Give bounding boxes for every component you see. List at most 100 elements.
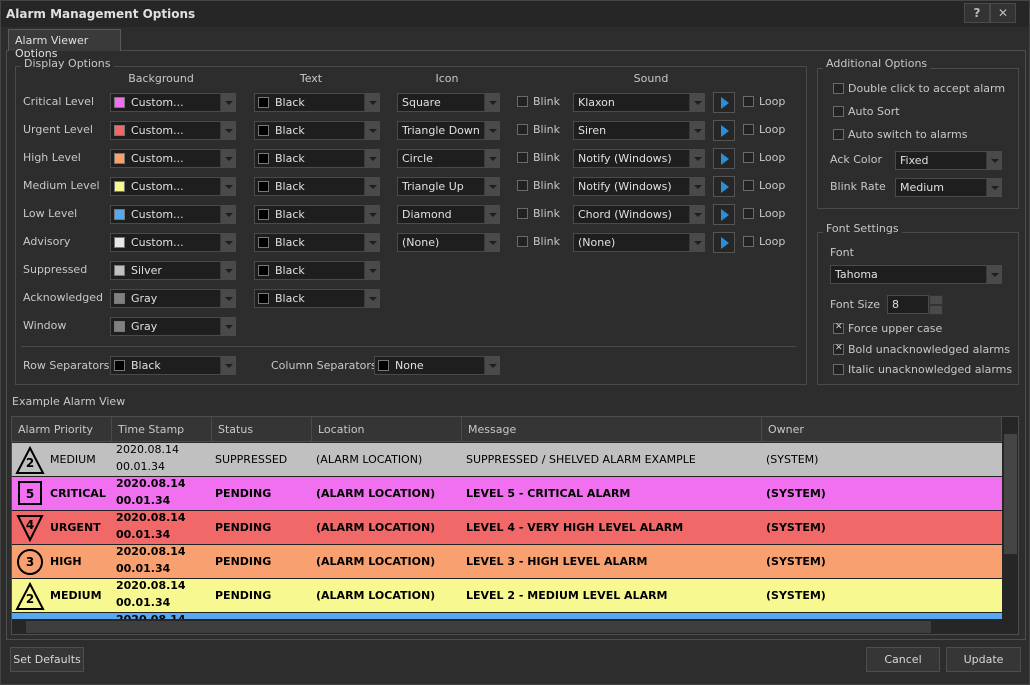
background-color-select[interactable]: Custom...: [110, 177, 236, 196]
font-select[interactable]: Tahoma: [830, 265, 1002, 284]
scrollbar-thumb[interactable]: [1004, 434, 1017, 554]
loop-checkbox[interactable]: [743, 236, 754, 247]
column-header-priority[interactable]: Alarm Priority: [12, 417, 112, 442]
table-row[interactable]: 2 MEDIUM 2020.08.14 00.01.34 SUPPRESSED (ALAR…: [12, 443, 1002, 477]
background-color-select[interactable]: Custom...: [110, 149, 236, 168]
row-separators-select[interactable]: Black: [110, 356, 236, 375]
chevron-down-icon: [484, 150, 499, 167]
table-row[interactable]: 4 URGENT 2020.08.14 00.01.34 PENDING (ALARM L…: [12, 511, 1002, 545]
color-swatch: [114, 153, 125, 164]
icon-select[interactable]: Triangle Up: [397, 177, 500, 196]
column-header-message[interactable]: Message: [462, 417, 762, 442]
column-header-time-stamp[interactable]: Time Stamp: [112, 417, 212, 442]
column-header-location[interactable]: Location: [312, 417, 462, 442]
table-row[interactable]: 2 MEDIUM 2020.08.14 00.01.34 PENDING (ALARM L…: [12, 579, 1002, 613]
icon-select[interactable]: Diamond: [397, 205, 500, 224]
cancel-button[interactable]: Cancel: [866, 647, 940, 672]
column-separators-select[interactable]: None: [374, 356, 500, 375]
sound-select[interactable]: Siren: [573, 121, 705, 140]
spin-down-button[interactable]: [929, 305, 943, 315]
blink-label: Blink: [533, 235, 561, 248]
play-sound-icon[interactable]: [713, 120, 735, 141]
blink-checkbox[interactable]: [517, 180, 528, 191]
scrollbar-thumb[interactable]: [26, 621, 931, 633]
sound-value: Notify (Windows): [578, 180, 672, 193]
font-settings-title: Font Settings: [823, 222, 902, 235]
text-color-select[interactable]: Black: [254, 93, 380, 112]
background-color-select[interactable]: Custom...: [110, 121, 236, 140]
update-button[interactable]: Update: [946, 647, 1021, 672]
italic-unacknowledged-checkbox[interactable]: [833, 364, 844, 375]
sound-select[interactable]: Klaxon: [573, 93, 705, 112]
blink-label: Blink: [533, 179, 561, 192]
background-color-select[interactable]: Gray: [110, 317, 236, 336]
date-cell: 2020.08.14: [116, 545, 186, 558]
force-upper-case-checkbox[interactable]: [833, 322, 844, 334]
icon-select[interactable]: Triangle Down: [397, 121, 500, 140]
play-sound-icon[interactable]: [713, 92, 735, 113]
background-header: Background: [128, 72, 194, 85]
vertical-scrollbar[interactable]: [1002, 417, 1018, 619]
blink-rate-select[interactable]: Medium: [895, 178, 1002, 197]
text-color-select[interactable]: Black: [254, 121, 380, 140]
chevron-down-icon: [986, 152, 1001, 169]
sound-select[interactable]: (None): [573, 233, 705, 252]
background-color-select[interactable]: Custom...: [110, 93, 236, 112]
column-header-status[interactable]: Status: [212, 417, 312, 442]
double-click-checkbox[interactable]: [833, 83, 844, 94]
chevron-down-icon: [484, 94, 499, 111]
text-color-select[interactable]: Black: [254, 289, 380, 308]
horizontal-scrollbar[interactable]: [12, 619, 1018, 634]
close-button[interactable]: ✕: [990, 3, 1016, 23]
loop-checkbox[interactable]: [743, 96, 754, 107]
text-color-select[interactable]: Black: [254, 261, 380, 280]
table-row[interactable]: 3 HIGH 2020.08.14 00.01.34 PENDING (ALARM LOC…: [12, 545, 1002, 579]
set-defaults-button[interactable]: Set Defaults: [10, 647, 84, 672]
spin-up-button[interactable]: [929, 295, 943, 305]
table-row[interactable]: 5 CRITICAL 2020.08.14 00.01.34 PENDING (ALARM…: [12, 477, 1002, 511]
icon-select[interactable]: Circle: [397, 149, 500, 168]
auto-switch-checkbox[interactable]: [833, 129, 844, 140]
background-color-select[interactable]: Custom...: [110, 205, 236, 224]
background-color-select[interactable]: Silver: [110, 261, 236, 280]
blink-checkbox[interactable]: [517, 124, 528, 135]
blink-checkbox[interactable]: [517, 236, 528, 247]
blink-checkbox[interactable]: [517, 96, 528, 107]
sound-value: Notify (Windows): [578, 152, 672, 165]
blink-checkbox[interactable]: [517, 208, 528, 219]
text-color-select[interactable]: Black: [254, 177, 380, 196]
icon-select[interactable]: Square: [397, 93, 500, 112]
bold-unacknowledged-checkbox[interactable]: [833, 343, 844, 355]
text-color-select[interactable]: Black: [254, 205, 380, 224]
tab-alarm-viewer-options[interactable]: Alarm Viewer Options: [8, 29, 121, 60]
text-color-select[interactable]: Black: [254, 233, 380, 252]
column-separators-label: Column Separators: [271, 359, 377, 372]
loop-checkbox[interactable]: [743, 124, 754, 135]
ack-color-select[interactable]: Fixed: [895, 151, 1002, 170]
column-header-owner[interactable]: Owner: [762, 417, 1002, 442]
loop-checkbox[interactable]: [743, 180, 754, 191]
text-color-select[interactable]: Black: [254, 149, 380, 168]
play-sound-icon[interactable]: [713, 232, 735, 253]
sound-select[interactable]: Notify (Windows): [573, 149, 705, 168]
loop-checkbox[interactable]: [743, 152, 754, 163]
auto-sort-checkbox[interactable]: [833, 106, 844, 117]
chevron-down-icon: [364, 178, 379, 195]
loop-checkbox[interactable]: [743, 208, 754, 219]
play-sound-icon[interactable]: [713, 148, 735, 169]
help-button[interactable]: ?: [964, 3, 990, 23]
color-swatch: [258, 237, 269, 248]
play-sound-icon[interactable]: [713, 176, 735, 197]
color-swatch: [114, 265, 125, 276]
sound-select[interactable]: Chord (Windows): [573, 205, 705, 224]
text-color-value: Black: [275, 236, 305, 249]
blink-checkbox[interactable]: [517, 152, 528, 163]
background-color-select[interactable]: Gray: [110, 289, 236, 308]
play-sound-icon[interactable]: [713, 204, 735, 225]
icon-select[interactable]: (None): [397, 233, 500, 252]
sound-select[interactable]: Notify (Windows): [573, 177, 705, 196]
background-value: Custom...: [131, 208, 184, 221]
chevron-down-icon: [364, 122, 379, 139]
font-size-input[interactable]: 8: [887, 295, 929, 314]
background-color-select[interactable]: Custom...: [110, 233, 236, 252]
